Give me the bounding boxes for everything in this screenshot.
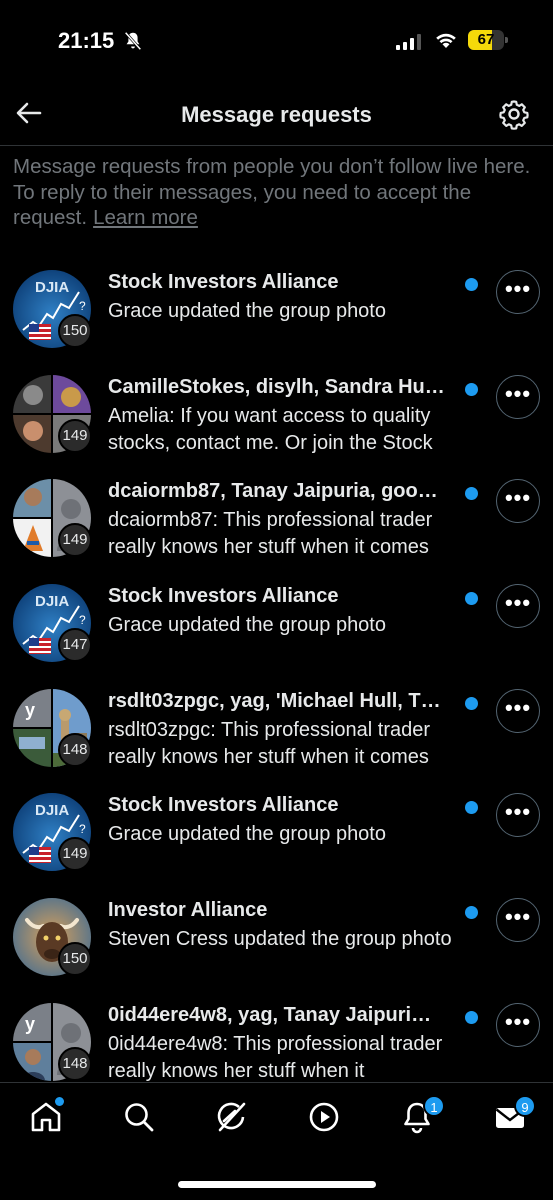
more-options-button[interactable]: ••• <box>496 898 540 943</box>
unread-indicator <box>465 801 478 815</box>
home-indicator <box>178 1181 376 1188</box>
battery-indicator: 67 <box>468 30 508 50</box>
video-play-icon[interactable] <box>306 1099 342 1135</box>
svg-text:y: y <box>25 1014 35 1034</box>
message-request-list: DJIA ? 150 Stock Investors Alliance Grace u… <box>0 256 553 1094</box>
notifications-badge: 1 <box>423 1095 445 1117</box>
message-request-item[interactable]: y 148 rsdlt03zpgc, yag, 'Michael Hull, T…… <box>0 675 553 780</box>
member-count-badge: 149 <box>58 837 92 872</box>
message-request-item[interactable]: DJIA ? 147 Stock Investors Alliance Grace u… <box>0 570 553 675</box>
more-options-button[interactable]: ••• <box>496 584 540 629</box>
status-bar: 21:15 67 <box>0 0 553 86</box>
home-unread-dot <box>55 1097 64 1106</box>
svg-text:DJIA: DJIA <box>35 279 69 296</box>
message-requests-info: Message requests from people you don’t f… <box>13 154 543 231</box>
conversation-title: Investor Alliance <box>108 899 268 922</box>
member-count-badge: 147 <box>58 628 92 663</box>
message-preview: Steven Cress updated the group photo <box>108 928 452 951</box>
svg-text:?: ? <box>79 822 86 836</box>
conversation-title: CamilleStokes, disylh, Sandra Hu… <box>108 375 445 398</box>
unread-indicator <box>465 696 478 710</box>
message-preview: Grace updated the group photo <box>108 300 386 322</box>
more-options-button[interactable]: ••• <box>496 374 540 419</box>
message-preview: Grace updated the group photo <box>108 614 386 637</box>
message-request-item[interactable]: DJIA ? 149 Stock Investors Alliance Grace u… <box>0 779 553 884</box>
page-title: Message requests <box>181 102 372 127</box>
message-request-item[interactable]: 149 dcaiormb87, Tanay Jaipuria, goo… dcaio… <box>0 465 553 570</box>
grok-icon[interactable] <box>213 1099 249 1135</box>
message-preview: rsdlt03zpgc: This professional trader re… <box>108 718 431 768</box>
member-count-badge: 149 <box>58 418 92 453</box>
cellular-signal-icon <box>396 34 421 50</box>
learn-more-link[interactable]: Learn more <box>93 206 198 229</box>
member-count-badge: 150 <box>58 942 92 977</box>
unread-indicator <box>465 1010 478 1024</box>
svg-text:DJIA: DJIA <box>35 802 69 819</box>
svg-text:?: ? <box>79 613 86 627</box>
conversation-title: rsdlt03zpgc, yag, 'Michael Hull, T… <box>108 689 441 712</box>
messages-badge: 9 <box>514 1095 536 1117</box>
unread-indicator <box>465 592 478 606</box>
member-count-badge: 148 <box>58 1046 92 1081</box>
svg-text:DJIA: DJIA <box>35 593 69 610</box>
conversation-title: dcaiormb87, Tanay Jaipuria, goo… <box>108 480 438 503</box>
status-time: 21:15 <box>58 28 115 53</box>
member-count-badge: 149 <box>58 523 92 558</box>
wifi-icon <box>436 33 456 48</box>
more-options-button[interactable]: ••• <box>496 793 540 838</box>
conversation-title: 0id44ere4w8, yag, Tanay Jaipuri… <box>108 1003 432 1026</box>
message-preview: Amelia: If you want access to quality st… <box>108 404 433 454</box>
svg-text:y: y <box>25 700 35 720</box>
unread-indicator <box>465 906 478 920</box>
message-request-item[interactable]: y 148 0id44ere4w8, yag, Tanay Jaipuri… 0id… <box>0 989 553 1094</box>
gear-icon[interactable] <box>497 97 531 131</box>
conversation-title: Stock Investors Alliance <box>108 794 339 817</box>
message-preview: dcaiormb87: This professional trader rea… <box>108 509 433 559</box>
unread-indicator <box>465 382 478 396</box>
more-options-button[interactable]: ••• <box>496 1002 540 1047</box>
message-request-item[interactable]: 149 CamilleStokes, disylh, Sandra Hu… Amel… <box>0 361 553 466</box>
info-text: Message requests from people you don’t f… <box>13 155 531 229</box>
unread-indicator <box>465 278 478 291</box>
more-options-button[interactable]: ••• <box>496 479 540 524</box>
member-count-badge: 148 <box>58 732 92 767</box>
bell-off-icon <box>124 31 142 51</box>
battery-level: 67 <box>477 31 495 48</box>
message-request-item[interactable]: 150 Investor Alliance Steven Cress updated… <box>0 884 553 989</box>
search-icon[interactable] <box>121 1099 157 1135</box>
conversation-title: Stock Investors Alliance <box>108 271 339 293</box>
message-preview: Grace updated the group photo <box>108 823 386 846</box>
message-preview: 0id44ere4w8: This professional trader re… <box>108 1032 443 1082</box>
top-bar: Message requests <box>0 86 553 146</box>
member-count-badge: 150 <box>58 314 92 348</box>
message-request-item[interactable]: DJIA ? 150 Stock Investors Alliance Grace u… <box>0 256 553 361</box>
svg-text:?: ? <box>79 299 86 313</box>
more-options-button[interactable]: ••• <box>496 688 540 733</box>
more-options-button[interactable]: ••• <box>496 270 540 314</box>
unread-indicator <box>465 487 478 501</box>
conversation-title: Stock Investors Alliance <box>108 585 339 608</box>
